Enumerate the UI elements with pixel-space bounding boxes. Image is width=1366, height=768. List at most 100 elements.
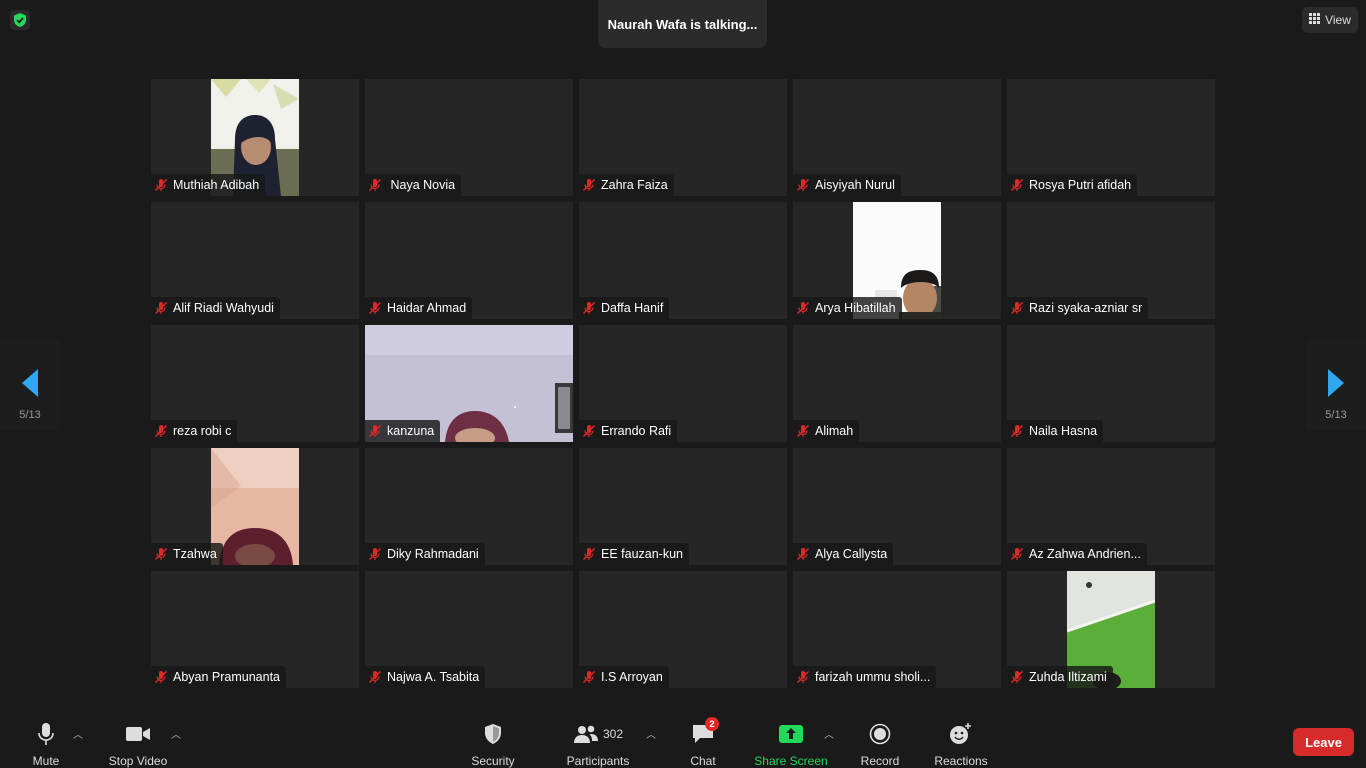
active-speaker-banner: Naurah Wafa is talking... <box>598 0 767 48</box>
share-screen-button[interactable]: Share Screen <box>754 708 828 768</box>
participant-tile[interactable]: Aisyiyah Nurul <box>793 79 1001 196</box>
participant-name-tag: Diky Rahmadani <box>365 543 485 565</box>
participant-name: Tzahwa <box>173 547 217 561</box>
participant-name-tag: Az Zahwa Andrien... <box>1007 543 1147 565</box>
muted-microphone-icon <box>368 670 382 684</box>
muted-microphone-icon <box>154 178 168 192</box>
chat-label: Chat <box>690 754 716 768</box>
view-label: View <box>1325 13 1351 27</box>
record-button[interactable]: Record <box>858 708 902 768</box>
muted-microphone-icon <box>582 424 596 438</box>
participant-tile[interactable]: Abyan Pramunanta <box>151 571 359 688</box>
muted-microphone-icon <box>1010 547 1024 561</box>
microphone-icon <box>36 720 56 748</box>
audio-options-caret-icon[interactable]: ︿ <box>73 726 83 741</box>
mute-label: Mute <box>32 754 60 768</box>
participants-count: 302 <box>602 727 624 741</box>
participant-name-tag: Alya Callysta <box>793 543 894 565</box>
participant-name: Alif Riadi Wahyudi <box>173 301 274 315</box>
participant-tile[interactable]: Errando Rafi <box>579 325 787 442</box>
participant-tile[interactable]: Arya Hibatillah <box>793 202 1001 319</box>
participant-name: Zuhda Iltizami <box>1029 670 1107 684</box>
participant-name: Rosya Putri afidah <box>1029 178 1132 192</box>
previous-page-button[interactable]: 5/13 <box>0 340 60 430</box>
stop-video-button[interactable]: Stop Video <box>106 708 170 768</box>
participant-name-tag: Alimah <box>793 420 860 442</box>
participant-name: Abyan Pramunanta <box>173 670 281 684</box>
security-button[interactable]: Security <box>468 708 518 768</box>
participant-name: I.S Arroyan <box>601 670 663 684</box>
smiley-plus-icon <box>949 720 973 748</box>
next-page-button[interactable]: 5/13 <box>1306 340 1366 430</box>
muted-microphone-icon <box>796 670 810 684</box>
chat-button[interactable]: 2 Chat <box>688 708 719 768</box>
participant-tile[interactable]: reza robi c <box>151 325 359 442</box>
reactions-button[interactable]: Reactions <box>932 708 990 768</box>
participant-name: Haidar Ahmad <box>387 301 467 315</box>
participant-name-tag: I.S Arroyan <box>579 666 669 688</box>
participant-tile[interactable]: Rosya Putri afidah <box>1007 79 1215 196</box>
participants-options-caret-icon[interactable]: ︿ <box>646 726 656 741</box>
participant-tile[interactable]: Diky Rahmadani <box>365 448 573 565</box>
participant-name: Diky Rahmadani <box>387 547 479 561</box>
record-icon <box>869 720 891 748</box>
security-shield-icon[interactable] <box>10 10 30 30</box>
participant-name: reza robi c <box>173 424 232 438</box>
muted-microphone-icon <box>1010 178 1024 192</box>
participant-name-tag: Najwa A. Tsabita <box>365 666 486 688</box>
muted-microphone-icon <box>582 178 596 192</box>
mute-button[interactable]: Mute <box>28 708 64 768</box>
participant-name: Razi syaka-azniar sr <box>1029 301 1143 315</box>
participant-tile[interactable]: Zahra Faiza <box>579 79 787 196</box>
participant-tile[interactable]: Naya Novia <box>365 79 573 196</box>
reactions-label: Reactions <box>934 754 988 768</box>
chat-unread-badge: 2 <box>705 717 719 731</box>
participant-name: Najwa A. Tsabita <box>387 670 480 684</box>
muted-microphone-icon <box>582 670 596 684</box>
participant-tile[interactable]: Alimah <box>793 325 1001 442</box>
participant-name-tag: Errando Rafi <box>579 420 678 442</box>
shield-icon <box>484 720 502 748</box>
participant-tile[interactable]: Daffa Hanif <box>579 202 787 319</box>
muted-microphone-icon <box>796 547 810 561</box>
grid-view-icon <box>1309 13 1321 27</box>
participant-tile[interactable]: Zuhda Iltizami <box>1007 571 1215 688</box>
participant-tile[interactable]: Alya Callysta <box>793 448 1001 565</box>
participant-name: Arya Hibatillah <box>815 301 896 315</box>
participant-tile[interactable]: I.S Arroyan <box>579 571 787 688</box>
share-options-caret-icon[interactable]: ︿ <box>824 726 834 741</box>
participant-tile[interactable]: Tzahwa <box>151 448 359 565</box>
view-button[interactable]: View <box>1302 7 1358 33</box>
participant-gallery: Muthiah Adibah Naya Novia Zahra Faiza Aisy… <box>151 79 1215 688</box>
leave-button[interactable]: Leave <box>1293 728 1354 756</box>
participant-name: Aisyiyah Nurul <box>815 178 895 192</box>
muted-microphone-icon <box>796 178 810 192</box>
participant-tile[interactable]: Muthiah Adibah <box>151 79 359 196</box>
participant-name: Errando Rafi <box>601 424 672 438</box>
participant-tile[interactable]: Az Zahwa Andrien... <box>1007 448 1215 565</box>
muted-microphone-icon <box>796 424 810 438</box>
participant-tile[interactable]: Razi syaka-azniar sr <box>1007 202 1215 319</box>
participants-button[interactable]: 302 Participants <box>564 708 632 768</box>
muted-microphone-icon <box>582 301 596 315</box>
people-icon <box>573 725 598 743</box>
muted-microphone-icon <box>368 547 382 561</box>
participant-name-tag: Naya Novia <box>365 174 462 196</box>
participant-tile[interactable]: farizah ummu sholi... <box>793 571 1001 688</box>
participant-name-tag: Zuhda Iltizami <box>1007 666 1113 688</box>
triangle-right-icon <box>1326 368 1346 403</box>
muted-microphone-icon <box>1010 670 1024 684</box>
participant-tile[interactable]: Naila Hasna <box>1007 325 1215 442</box>
participant-tile[interactable]: Najwa A. Tsabita <box>365 571 573 688</box>
participant-tile[interactable]: kanzuna <box>365 325 573 442</box>
page-indicator-right: 5/13 <box>1325 409 1347 421</box>
participants-label: Participants <box>566 754 630 768</box>
participant-name: EE fauzan-kun <box>601 547 683 561</box>
participant-name: Zahra Faiza <box>601 178 668 192</box>
participant-name-tag: Zahra Faiza <box>579 174 674 196</box>
video-options-caret-icon[interactable]: ︿ <box>171 726 181 741</box>
muted-microphone-icon <box>582 547 596 561</box>
participant-tile[interactable]: Alif Riadi Wahyudi <box>151 202 359 319</box>
participant-tile[interactable]: Haidar Ahmad <box>365 202 573 319</box>
participant-tile[interactable]: EE fauzan-kun <box>579 448 787 565</box>
